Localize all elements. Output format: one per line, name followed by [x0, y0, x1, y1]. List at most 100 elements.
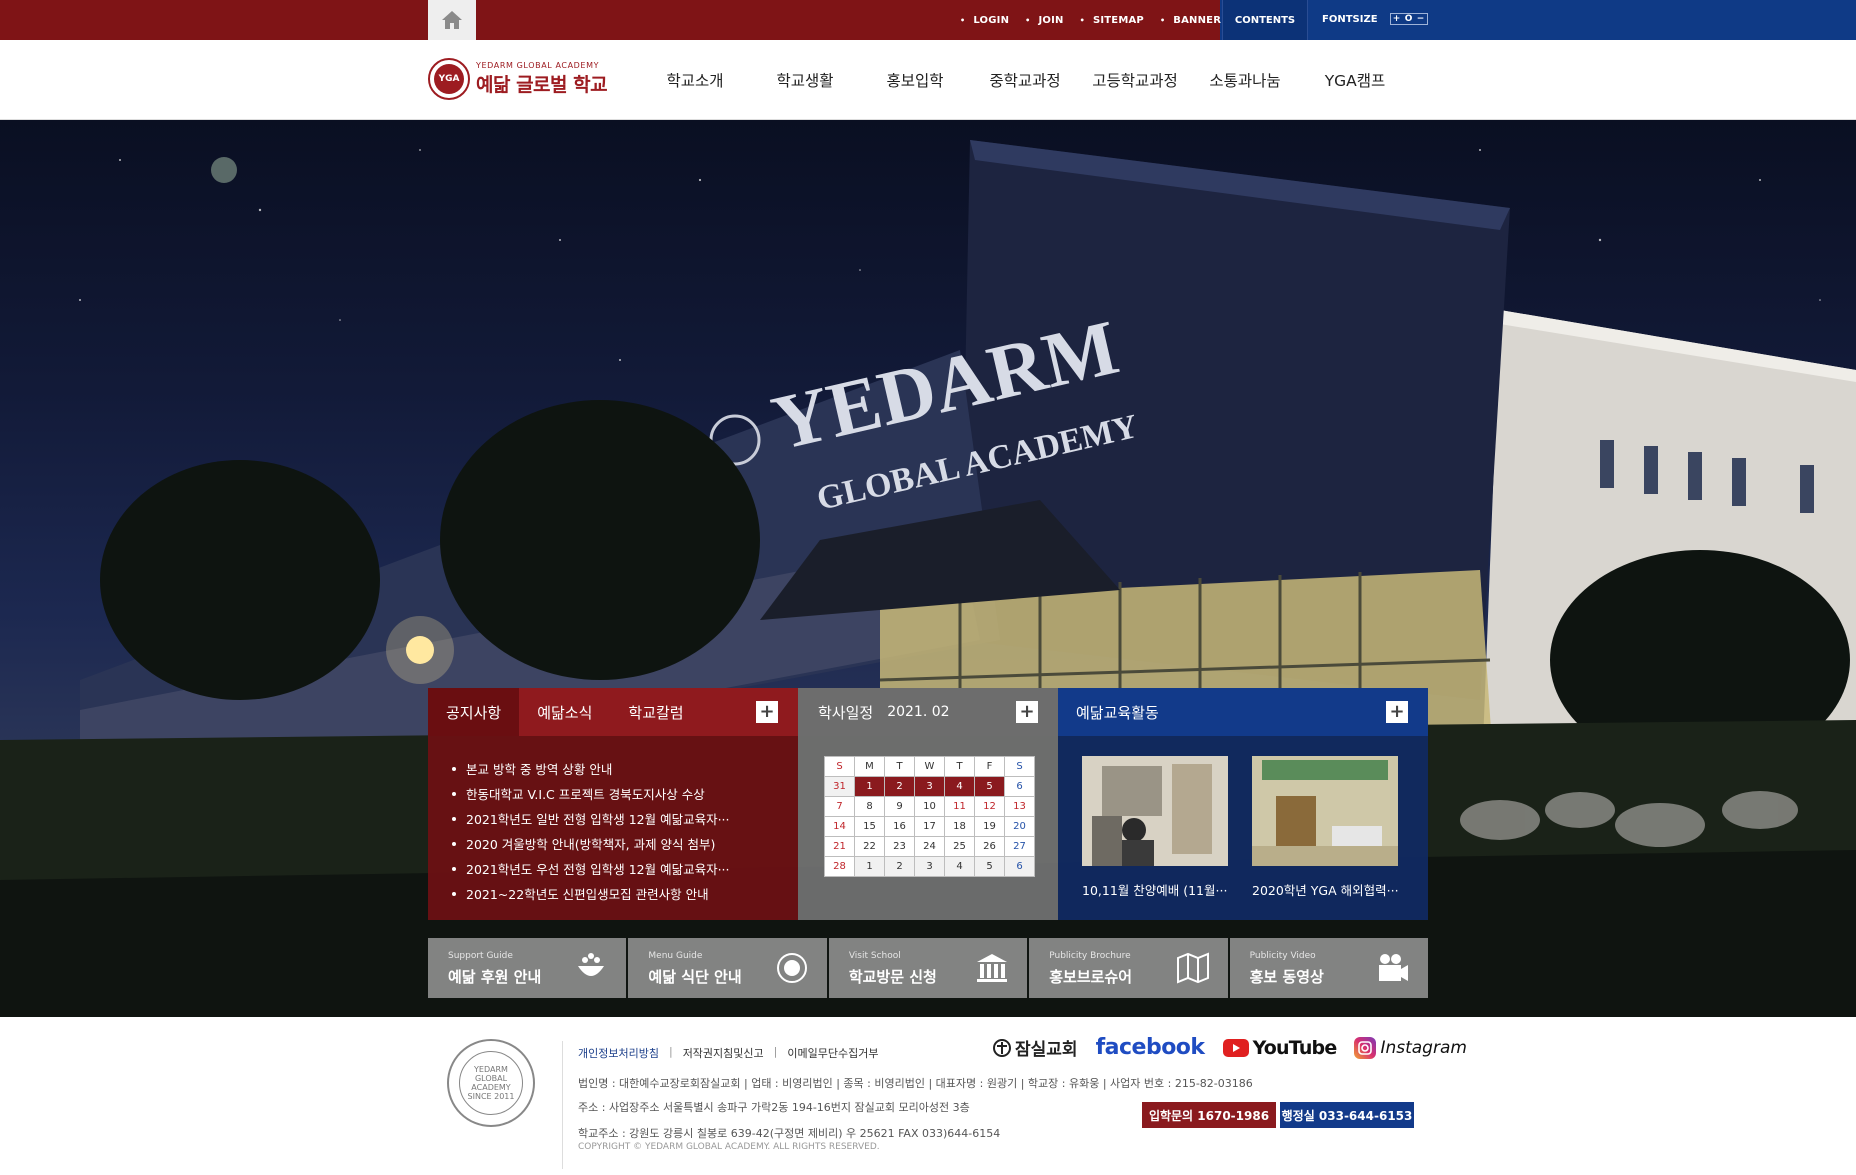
footer-link-separator: | — [668, 1045, 673, 1058]
activity-board: 예닮교육활동 + 10,11월 찬양예배 (11월··· 2020학년 YGA … — [1058, 688, 1428, 920]
church-link[interactable]: 잠실교회 — [993, 1035, 1078, 1060]
calendar-day[interactable]: 23 — [884, 836, 915, 857]
calendar-day[interactable]: 26 — [974, 836, 1005, 857]
calendar-day-event[interactable]: 3 — [914, 776, 945, 797]
activity-item[interactable]: 10,11월 찬양예배 (11월··· — [1082, 756, 1228, 899]
calendar-day[interactable]: 21 — [824, 836, 855, 857]
nav-item-middle-school[interactable]: 중학교과정 — [970, 69, 1080, 91]
copyright-policy-link[interactable]: 저작권지침및신고 — [683, 1045, 764, 1061]
calendar-day[interactable]: 13 — [1004, 796, 1035, 817]
list-item[interactable]: 2021학년도 일반 전형 입학생 12월 예닮교육자··· — [452, 806, 782, 831]
join-link[interactable]: • JOIN — [1025, 15, 1063, 26]
calendar-board: 학사일정 2021. 02 + S M T W T F S 31 1 2 3 4… — [798, 688, 1058, 920]
meal-icon — [776, 953, 807, 983]
quick-link-subtitle: Visit School — [848, 951, 901, 961]
calendar-day[interactable]: 16 — [884, 816, 915, 837]
email-policy-link[interactable]: 이메일무단수집거부 — [787, 1045, 878, 1061]
quick-link-subtitle: Support Guide — [448, 951, 513, 961]
menu-guide-button[interactable]: Menu Guide 예닮 식단 안내 — [628, 938, 827, 998]
tab-column[interactable]: 학교칼럼 — [610, 688, 701, 736]
calendar-day[interactable]: 8 — [854, 796, 885, 817]
facebook-label: facebook — [1095, 1035, 1206, 1060]
calendar-day[interactable]: 19 — [974, 816, 1005, 837]
calendar-day[interactable]: 17 — [914, 816, 945, 837]
instagram-link[interactable]: Instagram — [1354, 1036, 1467, 1059]
support-guide-button[interactable]: Support Guide 예닮 후원 안내 — [428, 938, 627, 998]
contents-link[interactable]: CONTENTS — [1222, 0, 1308, 40]
site-logo[interactable]: YGA YEDARM GLOBAL ACADEMY 예닮 글로벌 학교 — [428, 58, 608, 100]
calendar-day[interactable]: 20 — [1004, 816, 1035, 837]
fontsize-decrease-button[interactable]: − — [1415, 14, 1427, 24]
youtube-link[interactable]: YouTube — [1222, 1037, 1337, 1059]
calendar-day[interactable]: 3 — [914, 856, 945, 877]
nav-item-community[interactable]: 소통과나눔 — [1190, 69, 1300, 91]
sitemap-link[interactable]: • SITEMAP — [1080, 15, 1144, 26]
login-link[interactable]: • LOGIN — [960, 15, 1009, 26]
nav-item-high-school[interactable]: 고등학교과정 — [1080, 69, 1190, 91]
calendar-day[interactable]: 7 — [824, 796, 855, 817]
calendar-day[interactable]: 27 — [1004, 836, 1035, 857]
building-icon — [977, 954, 1008, 982]
list-item[interactable]: 2021학년도 우선 전형 입학생 12월 예닮교육자··· — [452, 856, 782, 881]
calendar-day[interactable]: 24 — [914, 836, 945, 857]
activity-item[interactable]: 2020학년 YGA 해외협력··· — [1252, 756, 1398, 899]
quick-link-label: 홍보브로슈어 — [1049, 968, 1133, 986]
calendar-day[interactable]: 6 — [1004, 776, 1035, 797]
weekday-label: F — [974, 756, 1005, 777]
activity-list: 10,11월 찬양예배 (11월··· 2020학년 YGA 해외협력··· — [1082, 756, 1398, 899]
tab-notice[interactable]: 공지사항 — [428, 688, 520, 736]
facebook-link[interactable]: facebook — [1095, 1035, 1206, 1060]
calendar-day[interactable]: 12 — [974, 796, 1005, 817]
tab-news[interactable]: 예닮소식 — [519, 688, 610, 736]
calendar-day[interactable]: 18 — [944, 816, 975, 837]
weekday-label: W — [914, 756, 945, 777]
list-item[interactable]: 본교 방학 중 방역 상황 안내 — [452, 756, 782, 781]
calendar-day-event[interactable]: 5 — [974, 776, 1005, 797]
calendar-day[interactable]: 1 — [854, 856, 885, 877]
calendar-day[interactable]: 10 — [914, 796, 945, 817]
visit-school-button[interactable]: Visit School 학교방문 신청 — [828, 938, 1028, 998]
nav-item-school-life[interactable]: 학교생활 — [750, 69, 860, 91]
calendar-day[interactable]: 22 — [854, 836, 885, 857]
weekday-label: S — [1004, 756, 1035, 777]
church-label: 잠실교회 — [1015, 1040, 1078, 1060]
calendar-day-event[interactable]: 2 — [884, 776, 915, 797]
list-item[interactable]: 2020 겨울방학 안내(방학책자, 과제 양식 첨부) — [452, 831, 782, 856]
list-item[interactable]: 한동대학교 V.I.C 프로젝트 경북도지사상 수상 — [452, 781, 782, 806]
office-contact-button[interactable]: 행정실 033-644-6153 — [1280, 1102, 1414, 1128]
calendar-header: 학사일정 2021. 02 + — [798, 688, 1058, 736]
calendar-day-event[interactable]: 4 — [944, 776, 975, 797]
publicity-brochure-button[interactable]: Publicity Brochure 홍보브로슈어 — [1029, 938, 1228, 998]
nav-item-yga-camp[interactable]: YGA캠프 — [1300, 69, 1410, 91]
home-button[interactable] — [428, 0, 476, 40]
footer-school-address: 학교주소 : 강원도 강릉시 칠봉로 639-42(구정면 제비리) 우 256… — [578, 1127, 1001, 1140]
instagram-label: Instagram — [1380, 1037, 1467, 1058]
calendar-day-event[interactable]: 1 — [854, 776, 885, 797]
notice-more-button[interactable]: + — [756, 701, 778, 723]
church-logo-icon — [993, 1038, 1011, 1057]
calendar-day[interactable]: 2 — [884, 856, 915, 877]
calendar-day[interactable]: 9 — [884, 796, 915, 817]
calendar-day[interactable]: 25 — [944, 836, 975, 857]
calendar-day[interactable]: 14 — [824, 816, 855, 837]
calendar-day[interactable]: 5 — [974, 856, 1005, 877]
privacy-policy-link[interactable]: 개인정보처리방침 — [578, 1045, 659, 1061]
main-nav: 학교소개 학교생활 홍보입학 중학교과정 고등학교과정 소통과나눔 YGA캠프 — [640, 40, 1410, 120]
calendar-day[interactable]: 28 — [824, 856, 855, 877]
list-item[interactable]: 2021~22학년도 신편입생모집 관련사항 안내 — [452, 881, 782, 906]
calendar-day[interactable]: 6 — [1004, 856, 1035, 877]
calendar-day[interactable]: 11 — [944, 796, 975, 817]
publicity-video-button[interactable]: Publicity Video 홍보 동영상 — [1229, 938, 1429, 998]
calendar-more-button[interactable]: + — [1016, 701, 1038, 723]
calendar-day[interactable]: 15 — [854, 816, 885, 837]
admission-contact-button[interactable]: 입학문의 1670-1986 — [1142, 1102, 1276, 1128]
fontsize-reset-button[interactable]: O — [1403, 14, 1415, 24]
activity-more-button[interactable]: + — [1386, 701, 1408, 723]
nav-item-admission[interactable]: 홍보입학 — [860, 69, 970, 91]
fontsize-increase-button[interactable]: + — [1391, 14, 1403, 24]
calendar-day[interactable]: 31 — [824, 776, 855, 797]
activity-header: 예닮교육활동 + — [1058, 688, 1428, 736]
activity-title: 예닮교육활동 — [1076, 703, 1159, 722]
calendar-day[interactable]: 4 — [944, 856, 975, 877]
nav-item-about[interactable]: 학교소개 — [640, 69, 750, 91]
